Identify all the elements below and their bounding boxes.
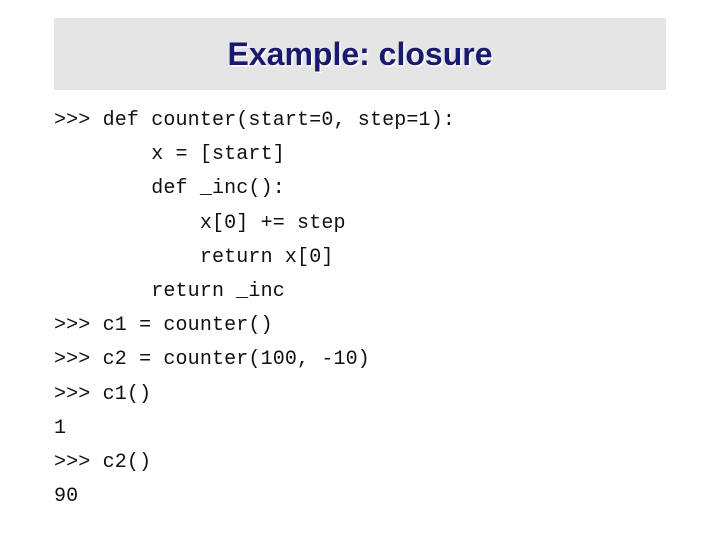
code-line: return _inc <box>54 279 285 303</box>
page-title: Example: closure <box>227 36 493 72</box>
code-line: >>> c2 = counter(100, -10) <box>54 348 370 372</box>
code-line: 1 <box>54 416 67 440</box>
code-line: return x[0] <box>54 245 334 269</box>
code-line: 90 <box>54 485 79 509</box>
code-line: >>> c1 = counter() <box>54 314 273 338</box>
slide: Example: closure >>> def counter(start=0… <box>0 0 720 540</box>
code-line: x = [start] <box>54 143 285 167</box>
code-block: >>> def counter(start=0, step=1): x = [s… <box>54 104 694 514</box>
code-line: def _inc(): <box>54 177 285 201</box>
title-band: Example: closure <box>54 18 666 90</box>
code-line: >>> def counter(start=0, step=1): <box>54 109 456 132</box>
code-line: x[0] += step <box>54 211 346 235</box>
code-line: >>> c2() <box>54 450 152 474</box>
code-line: >>> c1() <box>54 382 152 406</box>
